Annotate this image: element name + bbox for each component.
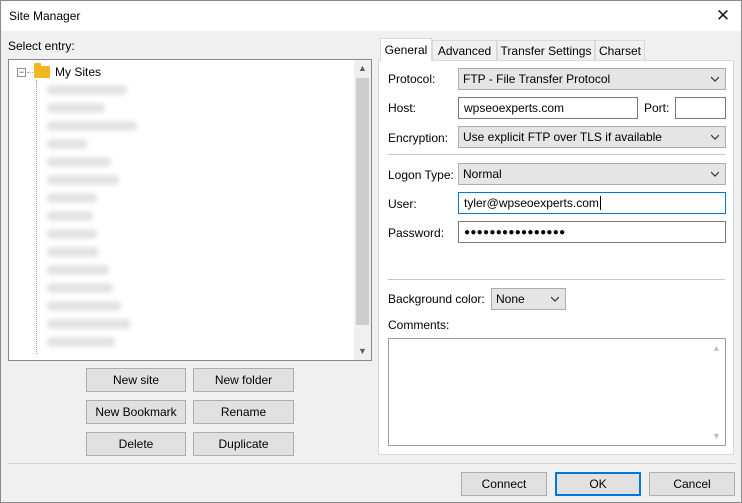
tree-item-blurred[interactable] <box>47 157 111 167</box>
new-bookmark-button[interactable]: New Bookmark <box>86 400 186 424</box>
tree-item-blurred[interactable] <box>47 301 121 311</box>
tree-item-my-sites[interactable]: − My Sites <box>17 63 102 79</box>
tree-item-blurred[interactable] <box>47 193 97 203</box>
password-input[interactable]: ●●●●●●●●●●●●●●●● <box>458 221 726 243</box>
encryption-value: Use explicit FTP over TLS if available <box>463 130 662 144</box>
select-entry-label: Select entry: <box>8 39 75 53</box>
tree-item-blurred[interactable] <box>47 229 97 239</box>
window-title: Site Manager <box>9 9 81 23</box>
host-input[interactable]: wpseoexperts.com <box>458 97 638 119</box>
text-cursor <box>599 196 601 210</box>
divider <box>388 279 725 280</box>
tree-item-blurred[interactable] <box>47 121 137 131</box>
divider <box>388 154 725 155</box>
tree-item-blurred[interactable] <box>47 103 105 113</box>
delete-button[interactable]: Delete <box>86 432 186 456</box>
scroll-up-icon[interactable]: ▲ <box>708 343 725 353</box>
connect-button[interactable]: Connect <box>461 472 547 496</box>
background-color-label: Background color: <box>388 292 485 306</box>
background-color-select[interactable]: None <box>491 288 566 310</box>
site-tree[interactable]: − My Sites ▲ ▼ <box>8 59 372 361</box>
divider <box>8 463 735 464</box>
tree-item-blurred[interactable] <box>47 85 127 95</box>
host-value: wpseoexperts.com <box>464 101 565 115</box>
scroll-up-icon[interactable]: ▲ <box>354 60 371 77</box>
tree-item-blurred[interactable] <box>47 247 99 257</box>
logon-type-value: Normal <box>463 167 502 181</box>
new-site-button[interactable]: New site <box>86 368 186 392</box>
duplicate-button[interactable]: Duplicate <box>193 432 294 456</box>
port-label: Port: <box>644 101 670 115</box>
folder-icon <box>34 63 50 78</box>
tab-transfer-settings[interactable]: Transfer Settings <box>497 40 595 61</box>
collapse-icon[interactable]: − <box>17 67 26 77</box>
scrollbar-thumb[interactable] <box>356 78 369 325</box>
user-input[interactable]: tyler@wpseoexperts.com <box>458 192 726 214</box>
background-color-value: None <box>496 292 525 306</box>
tree-item-blurred[interactable] <box>47 337 115 347</box>
chevron-down-icon <box>711 171 719 177</box>
encryption-select[interactable]: Use explicit FTP over TLS if available <box>458 126 726 148</box>
chevron-down-icon <box>551 296 559 302</box>
close-icon[interactable]: ✕ <box>705 1 741 31</box>
cancel-button[interactable]: Cancel <box>649 472 735 496</box>
site-manager-window: Site Manager ✕ Select entry: − My Sites … <box>0 0 742 503</box>
tree-root-label: My Sites <box>55 65 102 79</box>
tree-guide-line <box>36 80 37 354</box>
tree-item-blurred[interactable] <box>47 283 113 293</box>
title-bar: Site Manager ✕ <box>1 1 741 31</box>
comments-label: Comments: <box>388 318 450 332</box>
new-folder-button[interactable]: New folder <box>193 368 294 392</box>
protocol-label: Protocol: <box>388 72 436 86</box>
protocol-value: FTP - File Transfer Protocol <box>463 72 611 86</box>
tree-item-blurred[interactable] <box>47 175 119 185</box>
password-mask: ●●●●●●●●●●●●●●●● <box>464 226 566 238</box>
tree-item-blurred[interactable] <box>47 265 109 275</box>
logon-type-label: Logon Type: <box>388 168 454 182</box>
host-label: Host: <box>388 101 417 115</box>
tree-scrollbar[interactable]: ▲ ▼ <box>354 60 371 360</box>
ok-button[interactable]: OK <box>555 472 641 496</box>
tree-item-blurred[interactable] <box>47 211 93 221</box>
tab-charset[interactable]: Charset <box>595 40 645 61</box>
protocol-select[interactable]: FTP - File Transfer Protocol <box>458 68 726 90</box>
chevron-down-icon <box>711 76 719 82</box>
rename-button[interactable]: Rename <box>193 400 294 424</box>
chevron-down-icon <box>711 134 719 140</box>
tab-advanced[interactable]: Advanced <box>432 40 497 61</box>
tree-item-blurred[interactable] <box>47 319 131 329</box>
tree-item-blurred[interactable] <box>47 139 87 149</box>
tree-connector <box>27 71 33 73</box>
comments-textarea[interactable]: ▲ ▼ <box>388 338 726 446</box>
password-label: Password: <box>388 226 445 240</box>
logon-type-select[interactable]: Normal <box>458 163 726 185</box>
scroll-down-icon[interactable]: ▼ <box>354 343 371 360</box>
encryption-label: Encryption: <box>388 131 449 145</box>
user-value: tyler@wpseoexperts.com <box>464 196 599 210</box>
user-label: User: <box>388 197 417 211</box>
port-input[interactable] <box>675 97 726 119</box>
comments-scrollbar[interactable]: ▲ ▼ <box>708 339 725 445</box>
tab-general[interactable]: General <box>380 38 432 61</box>
scroll-down-icon[interactable]: ▼ <box>708 431 725 441</box>
